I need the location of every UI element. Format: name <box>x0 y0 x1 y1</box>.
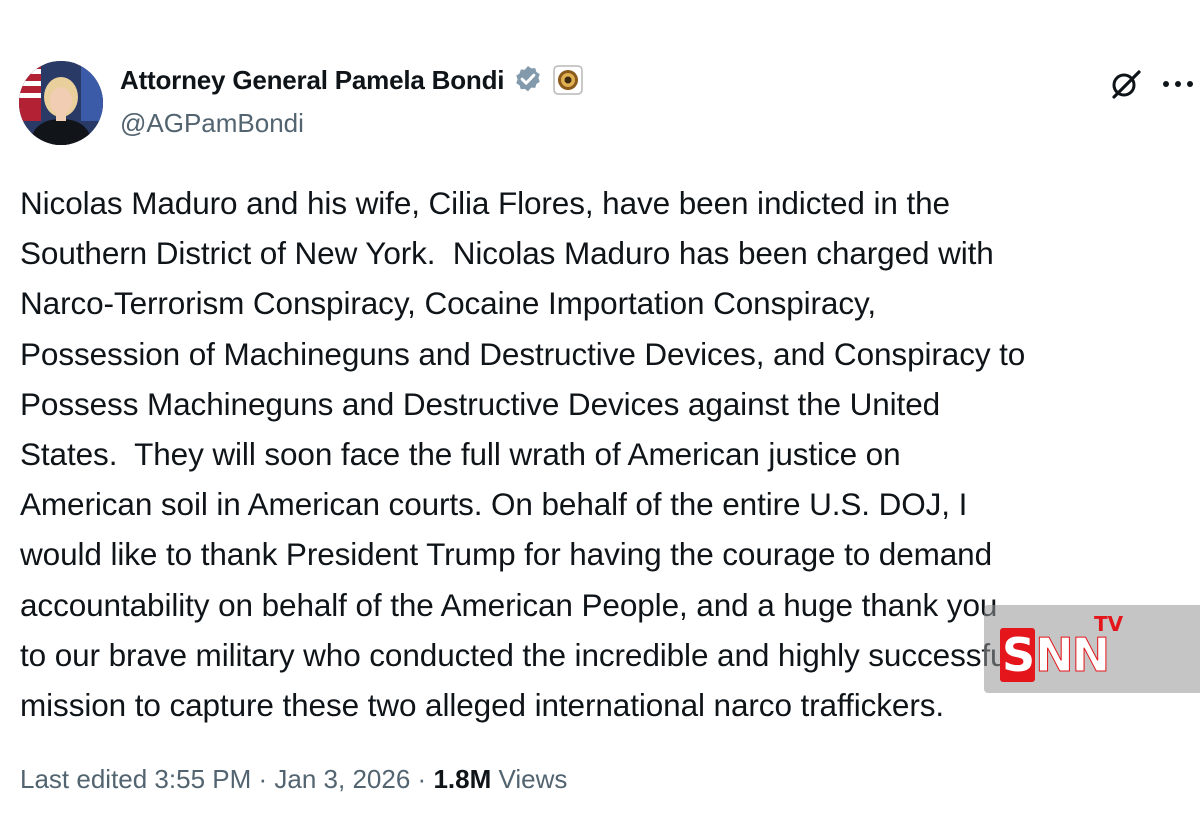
meta-separator: · <box>417 764 427 794</box>
author-handle[interactable]: @AGPamBondi <box>120 108 304 139</box>
avatar[interactable] <box>19 61 103 145</box>
post-text-line: Nicolas Maduro and his wife, Cilia Flore… <box>20 185 950 221</box>
grok-button[interactable] <box>1104 62 1148 106</box>
post: Attorney General Pamela Bondi @AGPamBond… <box>0 0 1200 822</box>
views-count[interactable]: 1.8M <box>433 764 491 794</box>
logo-letter-s: S <box>1000 628 1035 682</box>
doj-seal-icon[interactable] <box>552 64 584 96</box>
post-text-line: Narco-Terrorism Conspiracy, Cocaine Impo… <box>20 285 876 322</box>
post-text-line: States. They will soon face the full wra… <box>20 436 901 473</box>
more-icon <box>1163 81 1193 87</box>
logo-tv-label: TV <box>1094 612 1124 636</box>
more-button[interactable] <box>1156 62 1200 106</box>
author-name-row[interactable]: Attorney General Pamela Bondi <box>120 64 584 96</box>
post-date[interactable]: Jan 3, 2026 <box>274 764 410 794</box>
verified-badge-icon[interactable] <box>512 64 544 96</box>
logo-letters-nn: NN <box>1035 628 1111 682</box>
post-text-line: would like to thank President Trump for … <box>20 536 993 573</box>
post-text-line: Southern District of New York. Nicolas M… <box>20 235 994 272</box>
edited-timestamp[interactable]: Last edited 3:55 PM <box>20 764 251 794</box>
post-text-line: Possession of Machineguns and Destructiv… <box>20 335 1026 372</box>
post-text-line: American soil in American courts. On beh… <box>20 486 968 523</box>
post-text-line: Possess Machineguns and Destructive Devi… <box>20 385 941 422</box>
author-name[interactable]: Attorney General Pamela Bondi <box>120 65 505 96</box>
views-label: Views <box>498 764 568 794</box>
post-meta: Last edited 3:55 PM · Jan 3, 2026 · 1.8M… <box>20 764 567 795</box>
avatar-image <box>19 61 103 145</box>
snn-tv-logo: SNN <box>1000 628 1111 682</box>
meta-separator: · <box>258 764 268 794</box>
grok-icon <box>1112 70 1141 99</box>
